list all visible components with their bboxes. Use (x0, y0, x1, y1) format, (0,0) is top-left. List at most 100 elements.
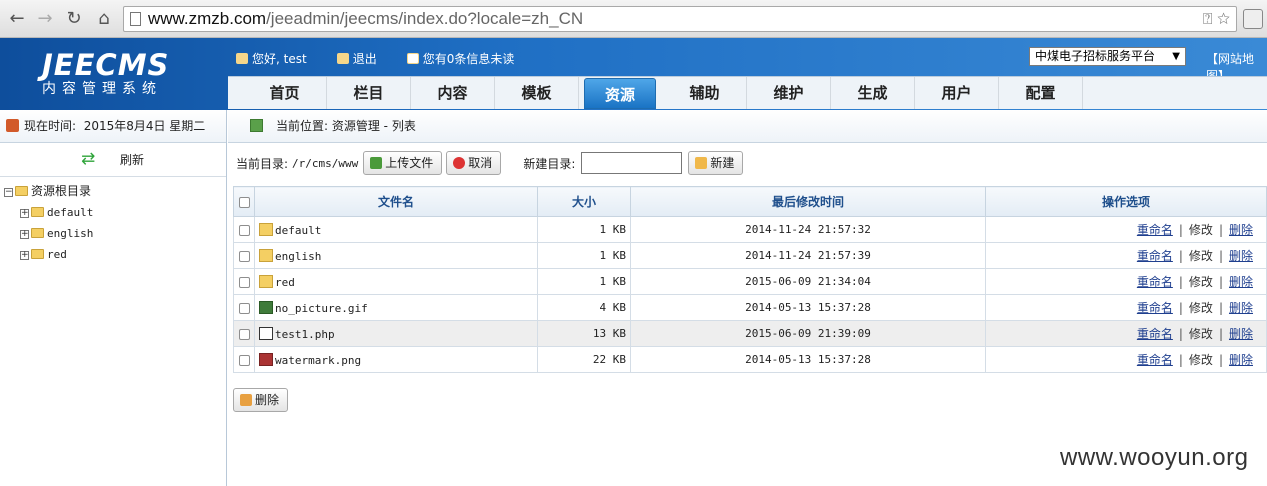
rename-link[interactable]: 重命名 (1137, 275, 1173, 289)
delete-icon (240, 394, 252, 406)
file-mtime: 2015-06-09 21:34:04 (630, 268, 986, 295)
row-checkbox[interactable] (238, 302, 250, 314)
row-checkbox[interactable] (238, 276, 250, 288)
tools-icon[interactable]: ⍰ (1203, 11, 1213, 28)
delete-link[interactable]: 删除 (1229, 249, 1253, 263)
refresh-button[interactable]: ⇄ 刷新 (0, 143, 226, 177)
tree-item[interactable]: + default (4, 202, 93, 223)
delete-link[interactable]: 删除 (1229, 301, 1253, 315)
refresh-label: 刷新 (120, 153, 145, 167)
table-row[interactable]: english 1 KB 2014-11-24 21:57:39 重命名 | 修改 | 删除 (233, 242, 1267, 269)
upload-button[interactable]: 上传文件 (363, 151, 443, 175)
home-icon[interactable]: ⌂ (93, 8, 115, 30)
menu-item[interactable]: 配置 (999, 77, 1083, 109)
calendar-icon (6, 119, 19, 132)
table-row[interactable]: test1.php 13 KB 2015-06-09 21:39:09 重命名 | 修改 |… (233, 320, 1267, 347)
logo-title: JEECMS (42, 48, 170, 82)
menu-item[interactable]: 资源 (584, 78, 656, 109)
delete-link[interactable]: 删除 (1229, 223, 1253, 237)
table-row[interactable]: watermark.png 22 KB 2014-05-13 15:37:28 重命名… (233, 346, 1267, 373)
breadcrumb: 当前位置: 资源管理 - 列表 (228, 110, 1267, 143)
address-bar[interactable]: www.zmzb.com/jeeadmin/jeecms/index.do?lo… (123, 6, 1237, 32)
rename-link[interactable]: 重命名 (1137, 353, 1173, 367)
tree-item[interactable]: + red (4, 244, 93, 265)
page-icon (130, 12, 141, 26)
header-filename[interactable]: 文件名 (254, 186, 538, 217)
row-checkbox[interactable] (238, 224, 250, 236)
back-icon[interactable]: ← (6, 8, 28, 30)
gif-file-icon (259, 300, 273, 314)
watermark-text: www.wooyun.org (1060, 444, 1249, 471)
new-folder-icon (695, 157, 708, 169)
row-select-cell (233, 320, 255, 347)
expand-icon[interactable]: + (20, 251, 29, 260)
forward-icon[interactable]: → (34, 8, 56, 30)
filename-cell[interactable]: no_picture.gif (254, 294, 538, 321)
rename-link[interactable]: 重命名 (1137, 327, 1173, 341)
filename-cell[interactable]: test1.php (254, 320, 538, 347)
edit-link[interactable]: 修改 (1189, 249, 1213, 263)
messages-link[interactable]: 您有0条信息未读 (423, 52, 515, 66)
header-mtime[interactable]: 最后修改时间 (630, 186, 986, 217)
expand-icon[interactable]: + (20, 209, 29, 218)
menu-item[interactable]: 生成 (831, 77, 915, 109)
table-row[interactable]: red 1 KB 2015-06-09 21:34:04 重命名 | 修改 | 删除 (233, 268, 1267, 295)
menu-item[interactable]: 内容 (411, 77, 495, 109)
filename-cell[interactable]: red (254, 268, 538, 295)
rename-link[interactable]: 重命名 (1137, 223, 1173, 237)
tree-root-label: 资源根目录 (31, 184, 92, 198)
filename: no_picture.gif (275, 301, 368, 315)
filename-cell[interactable]: default (254, 216, 538, 243)
menu-item[interactable]: 首页 (243, 77, 327, 109)
row-checkbox[interactable] (238, 354, 250, 366)
tree-root[interactable]: − 资源根目录 (4, 181, 93, 202)
table-row[interactable]: no_picture.gif 4 KB 2014-05-13 15:37:28 重命名… (233, 294, 1267, 321)
filename-cell[interactable]: watermark.png (254, 346, 538, 373)
file-size: 4 KB (537, 294, 631, 321)
logo: JEECMS 内容管理系统 (42, 50, 169, 98)
menu-item[interactable]: 用户 (915, 77, 999, 109)
bookmark-star-icon[interactable]: ☆ (1217, 11, 1230, 28)
edit-link[interactable]: 修改 (1189, 301, 1213, 315)
edit-link[interactable]: 修改 (1189, 223, 1213, 237)
extension-icon[interactable] (1243, 9, 1263, 29)
expand-icon[interactable]: + (20, 230, 29, 239)
delete-link[interactable]: 删除 (1229, 275, 1253, 289)
tree-item-label: english (47, 227, 94, 240)
menu-item[interactable]: 模板 (495, 77, 579, 109)
row-checkbox[interactable] (238, 328, 250, 340)
new-dir-button[interactable]: 新建 (688, 151, 744, 175)
menu-item[interactable]: 栏目 (327, 77, 411, 109)
cancel-button[interactable]: 取消 (446, 151, 502, 175)
filename: english (275, 249, 322, 263)
site-select[interactable]: 中煤电子招标服务平台 ▼ (1029, 47, 1186, 66)
select-all-checkbox[interactable] (238, 196, 250, 208)
edit-link[interactable]: 修改 (1189, 353, 1213, 367)
chevron-down-icon: ▼ (1172, 51, 1180, 62)
mail-icon (406, 53, 419, 64)
logout-icon (336, 53, 349, 64)
reload-icon[interactable]: ↻ (63, 8, 85, 30)
row-checkbox[interactable] (238, 250, 250, 262)
filename-cell[interactable]: english (254, 242, 538, 269)
row-select-cell (233, 242, 255, 269)
new-dir-input[interactable] (581, 152, 683, 174)
delete-selected-button[interactable]: 删除 (233, 388, 289, 412)
collapse-icon[interactable]: − (4, 188, 13, 197)
logout-link[interactable]: 退出 (353, 52, 377, 66)
tree-item[interactable]: + english (4, 223, 93, 244)
user-icon (236, 53, 248, 64)
table-row[interactable]: default 1 KB 2014-11-24 21:57:32 重命名 | 修改 | 删除 (233, 216, 1267, 243)
rename-link[interactable]: 重命名 (1137, 301, 1173, 315)
cancel-icon (453, 157, 466, 169)
rename-link[interactable]: 重命名 (1137, 249, 1173, 263)
menu-item[interactable]: 维护 (747, 77, 831, 109)
delete-link[interactable]: 删除 (1229, 327, 1253, 341)
delete-link[interactable]: 删除 (1229, 353, 1253, 367)
row-select-cell (233, 216, 255, 243)
row-select-cell (233, 268, 255, 295)
menu-item[interactable]: 辅助 (663, 77, 747, 109)
edit-link[interactable]: 修改 (1189, 275, 1213, 289)
edit-link[interactable]: 修改 (1189, 327, 1213, 341)
header-size[interactable]: 大小 (537, 186, 631, 217)
